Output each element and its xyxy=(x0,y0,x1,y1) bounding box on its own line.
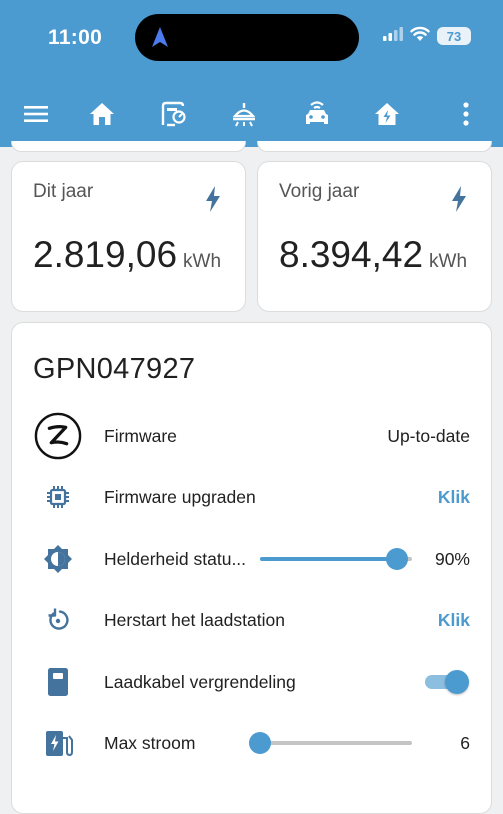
toolbar xyxy=(0,80,503,147)
toggle-thumb xyxy=(445,670,469,694)
brightness-slider-fill xyxy=(260,557,397,561)
menu-icon[interactable] xyxy=(16,94,56,134)
firmware-label: Firmware xyxy=(104,426,177,446)
brightness-slider[interactable] xyxy=(260,548,412,570)
lightning-icon xyxy=(205,186,221,217)
chip-icon xyxy=(34,473,82,521)
stat-value: 2.819,06 kWh xyxy=(33,234,221,276)
stat-name: Dit jaar xyxy=(33,181,94,202)
stat-name: Vorig jaar xyxy=(279,181,360,202)
battery-indicator: 73 xyxy=(437,27,471,45)
max-current-value: 6 xyxy=(460,733,470,753)
restart-row: Herstart het laadstation Klik xyxy=(12,596,491,644)
energy-meter-icon[interactable] xyxy=(153,94,193,134)
app-header: 11:00 73 xyxy=(0,0,503,147)
brightness-label: Helderheid statu... xyxy=(104,549,247,569)
max-current-row: Max stroom 6 xyxy=(12,719,491,767)
brightness-icon xyxy=(34,535,82,583)
device-card: GPN047927 Firmware Up-to-date Firmware u… xyxy=(11,322,492,814)
stat-unit: kWh xyxy=(429,251,468,272)
cable-lock-row: Laadkabel vergrendeling xyxy=(12,658,491,706)
light-fixture-icon[interactable] xyxy=(224,94,264,134)
signal-icon xyxy=(383,26,403,46)
stat-value: 8.394,42 kWh xyxy=(279,234,467,276)
stat-number: 8.394,42 xyxy=(279,234,424,275)
restart-label: Herstart het laadstation xyxy=(104,610,285,630)
ev-plug-icon xyxy=(34,719,82,767)
cable-lock-label: Laadkabel vergrendeling xyxy=(104,672,296,692)
card-edge xyxy=(11,141,246,152)
firmware-upgrade-row: Firmware upgraden Klik xyxy=(12,473,491,521)
car-icon[interactable] xyxy=(297,94,337,134)
system-icons: 73 xyxy=(383,26,471,46)
firmware-upgrade-button[interactable]: Klik xyxy=(438,487,470,508)
restart-button[interactable]: Klik xyxy=(438,610,470,631)
home-lightning-icon[interactable] xyxy=(367,94,407,134)
stat-card-this-year[interactable]: Dit jaar 2.819,06 kWh xyxy=(11,161,246,312)
lightning-icon xyxy=(451,186,467,217)
cable-lock-toggle[interactable] xyxy=(425,670,469,694)
brightness-slider-knob[interactable] xyxy=(385,548,408,570)
more-vert-icon[interactable] xyxy=(446,94,486,134)
firmware-row[interactable]: Firmware Up-to-date xyxy=(12,412,491,460)
brightness-row: Helderheid statu... 90% xyxy=(12,535,491,583)
firmware-status: Up-to-date xyxy=(387,426,470,446)
status-time: 11:00 xyxy=(48,26,103,49)
zaptec-logo-icon xyxy=(34,412,82,460)
firmware-upgrade-label: Firmware upgraden xyxy=(104,487,256,507)
max-current-slider[interactable] xyxy=(249,732,412,754)
navigation-arrow-icon xyxy=(151,26,169,53)
ev-station-icon xyxy=(34,658,82,706)
max-current-label: Max stroom xyxy=(104,733,196,753)
stat-unit: kWh xyxy=(183,251,222,272)
dynamic-island xyxy=(135,14,359,61)
restart-icon xyxy=(34,596,82,644)
card-edge xyxy=(257,141,492,152)
home-icon[interactable] xyxy=(82,94,122,134)
device-title: GPN047927 xyxy=(33,353,196,385)
stat-card-last-year[interactable]: Vorig jaar 8.394,42 kWh xyxy=(257,161,492,312)
stat-number: 2.819,06 xyxy=(33,234,178,275)
status-bar: 11:00 73 xyxy=(0,0,503,75)
brightness-value: 90% xyxy=(434,549,470,569)
wifi-icon xyxy=(410,26,430,46)
max-current-slider-knob[interactable] xyxy=(249,732,271,754)
